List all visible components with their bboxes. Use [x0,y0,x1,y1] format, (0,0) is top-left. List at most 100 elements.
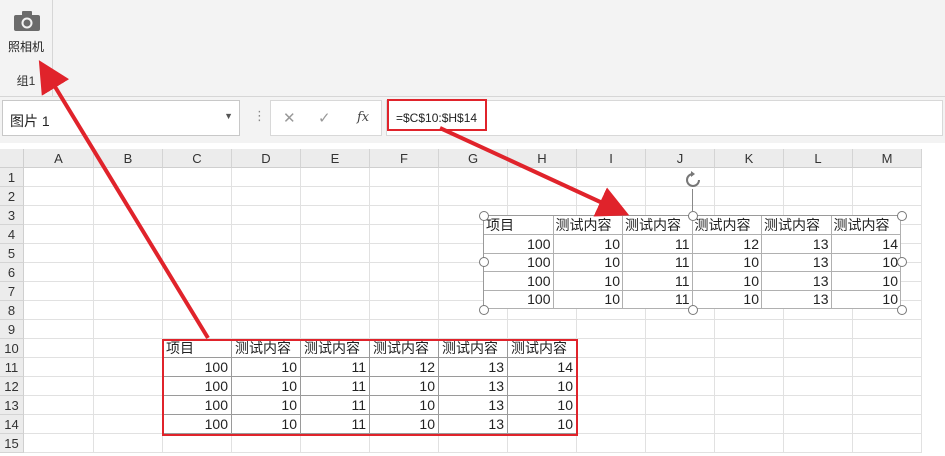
grid-cell[interactable] [370,282,439,301]
grid-cell[interactable] [94,339,163,358]
confirm-icon[interactable]: ✓ [318,109,331,127]
grid-cell[interactable] [646,377,715,396]
grid-cell[interactable] [24,168,94,187]
grid-cell[interactable] [577,396,646,415]
grid-cell[interactable] [853,396,922,415]
column-header[interactable]: M [853,149,922,168]
grid-cell[interactable] [301,434,370,453]
column-header[interactable]: J [646,149,715,168]
grid-cell[interactable] [577,320,646,339]
grid-cell[interactable] [24,263,94,282]
grid-cell[interactable] [301,225,370,244]
grid-cell[interactable] [784,415,853,434]
chevron-down-icon[interactable]: ▼ [224,111,233,121]
column-header[interactable]: L [784,149,853,168]
grid-cell[interactable] [508,168,577,187]
linked-picture[interactable]: 项目 测试内容 测试内容 测试内容 测试内容 测试内容 100 10 11 12 13 14 100 10… [483,215,901,310]
row-header[interactable]: 15 [0,434,24,453]
grid-cell[interactable] [646,187,715,206]
grid-cell[interactable] [94,187,163,206]
grid-cell[interactable] [853,168,922,187]
grid-cell[interactable] [577,187,646,206]
grid-cell[interactable] [715,434,784,453]
grid-cell[interactable] [853,320,922,339]
grid-cell[interactable] [370,225,439,244]
grid-cell[interactable] [24,206,94,225]
grid-cell[interactable] [715,320,784,339]
row-header[interactable]: 10 [0,339,24,358]
row-header[interactable]: 11 [0,358,24,377]
grid-cell[interactable] [163,206,232,225]
grid-cell[interactable] [163,263,232,282]
grid-cell[interactable] [784,434,853,453]
grid-cell[interactable] [24,320,94,339]
grid-cell[interactable] [301,187,370,206]
camera-button[interactable]: 照相机 [3,4,49,56]
resize-handle[interactable] [897,257,907,267]
grid-cell[interactable] [94,225,163,244]
grid-cell[interactable] [232,225,301,244]
grid-cell[interactable] [24,415,94,434]
grid-cell[interactable] [232,263,301,282]
grid-cell[interactable] [577,358,646,377]
grid-cell[interactable] [646,396,715,415]
grid-cell[interactable] [163,168,232,187]
grid-cell[interactable] [508,187,577,206]
grid-cell[interactable] [24,187,94,206]
grid-cell[interactable] [94,301,163,320]
grid-cell[interactable] [94,377,163,396]
resize-handle[interactable] [479,257,489,267]
worksheet-grid[interactable]: 项目 测试内容 测试内容 测试内容 测试内容 测试内容 100 10 11 12 13 14 100 10… [0,149,945,456]
grid-cell[interactable] [784,320,853,339]
grid-cell[interactable] [163,244,232,263]
cancel-icon[interactable]: ✕ [283,109,296,127]
grid-cell[interactable] [24,339,94,358]
grid-cell[interactable] [94,206,163,225]
column-header[interactable]: I [577,149,646,168]
grid-cell[interactable] [301,206,370,225]
grid-cell[interactable] [301,168,370,187]
grid-cell[interactable] [232,244,301,263]
row-header[interactable]: 3 [0,206,24,225]
grid-cell[interactable] [163,225,232,244]
grid-cell[interactable] [715,396,784,415]
grid-cell[interactable] [439,434,508,453]
grid-cell[interactable] [232,187,301,206]
grid-cell[interactable] [94,320,163,339]
grid-cell[interactable] [163,282,232,301]
grid-cell[interactable] [232,282,301,301]
grid-cell[interactable] [715,187,784,206]
grid-cell[interactable] [577,377,646,396]
grid-cell[interactable] [301,263,370,282]
grid-cell[interactable] [24,377,94,396]
resize-handle[interactable] [479,211,489,221]
resize-handle[interactable] [897,211,907,221]
grid-cell[interactable] [370,244,439,263]
column-header[interactable]: G [439,149,508,168]
grid-cell[interactable] [94,434,163,453]
grid-cell[interactable] [370,301,439,320]
resize-handle[interactable] [688,305,698,315]
grid-cell[interactable] [370,263,439,282]
grid-cell[interactable] [715,358,784,377]
grid-cell[interactable] [784,358,853,377]
grid-cell[interactable] [301,320,370,339]
grid-cell[interactable] [163,320,232,339]
grid-cell[interactable] [94,168,163,187]
grid-cell[interactable] [439,320,508,339]
grid-cell[interactable] [439,187,508,206]
row-header[interactable]: 6 [0,263,24,282]
row-header[interactable]: 12 [0,377,24,396]
grid-cell[interactable] [24,282,94,301]
resize-handle[interactable] [479,305,489,315]
grid-cell[interactable] [439,168,508,187]
grid-cell[interactable] [715,415,784,434]
grid-cell[interactable] [853,434,922,453]
grid-cell[interactable] [577,415,646,434]
grid-cell[interactable] [301,301,370,320]
grid-cell[interactable] [370,206,439,225]
grid-cell[interactable] [784,187,853,206]
grid-cell[interactable] [646,168,715,187]
row-header[interactable]: 8 [0,301,24,320]
grid-cell[interactable] [24,225,94,244]
